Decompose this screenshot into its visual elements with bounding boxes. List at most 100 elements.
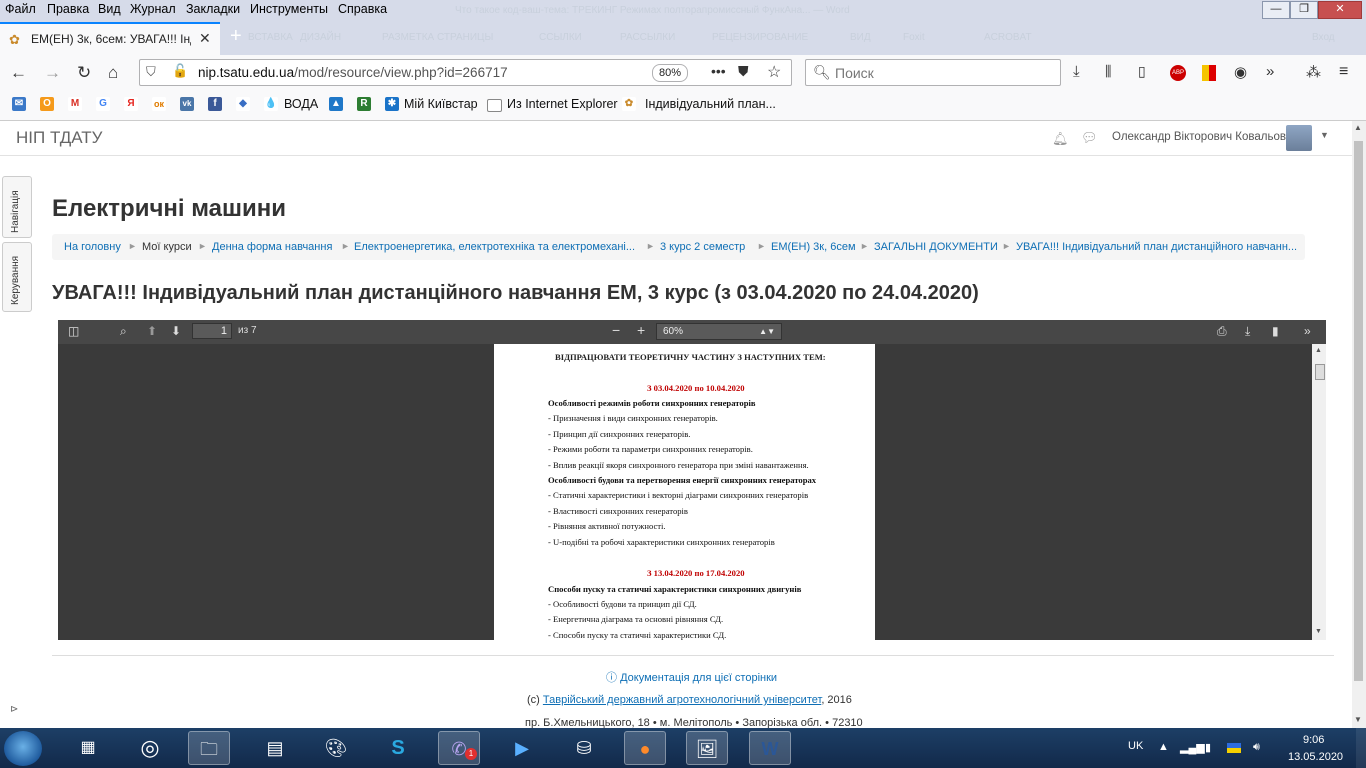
page-scrollbar-thumb[interactable] (1354, 141, 1363, 681)
breadcrumb-item[interactable]: На головну (64, 241, 121, 253)
pdf-search-icon[interactable]: ⌕ (120, 324, 127, 339)
pdf-bookmark-icon[interactable]: ▮ (1272, 324, 1279, 338)
adblock-icon[interactable]: ABP (1170, 65, 1186, 81)
tools-overflow-icon[interactable]: » (1304, 324, 1311, 338)
menu-view[interactable]: Вид (98, 2, 121, 16)
firefox-taskbar-icon[interactable]: ● (624, 731, 666, 765)
breadcrumb-item[interactable]: Денна форма навчання (212, 241, 332, 253)
new-tab-button[interactable]: + (230, 25, 242, 48)
skype-taskbar-icon[interactable]: S (377, 731, 419, 765)
scroll-down-icon[interactable]: ▼ (1315, 628, 1322, 635)
browser-tab-active[interactable]: ✿ ЕМ(ЕН) 3к, 6сем: УВАГА!!! Інди ✕ (0, 22, 220, 55)
show-desktop-button[interactable] (1356, 728, 1366, 768)
menu-bookmarks[interactable]: Закладки (186, 2, 240, 16)
user-avatar[interactable] (1286, 125, 1312, 151)
scroll-up-icon[interactable]: ▲ (1315, 347, 1322, 354)
tab-close-icon[interactable]: ✕ (199, 30, 211, 47)
home-icon[interactable]: ⌂ (108, 63, 118, 83)
yandex-bookmark-icon[interactable]: Я (124, 97, 138, 111)
library-icon[interactable]: ⫼ (1105, 63, 1111, 80)
account-icon[interactable]: ◉ (1234, 63, 1247, 81)
scroll-down-icon[interactable]: ▼ (1354, 715, 1362, 724)
education-bookmark-icon[interactable]: ◆ (236, 97, 250, 111)
bookmark-star-icon[interactable]: ☆ (767, 62, 781, 82)
save-document-taskbar-icon[interactable]: ▤ (254, 731, 296, 765)
breadcrumb-item[interactable]: УВАГА!!! Індивідуальний план дистанційно… (1016, 241, 1297, 253)
reload-icon[interactable]: ↻ (77, 63, 91, 83)
sidebar-icon[interactable]: ▯ (1138, 63, 1146, 80)
gmail-bookmark-icon[interactable]: M (68, 97, 82, 111)
messages-icon[interactable]: 💬︎ (1081, 130, 1098, 146)
previous-page-icon[interactable]: ⬆ (147, 324, 157, 338)
restore-button[interactable]: ❐ (1290, 1, 1318, 19)
word-taskbar-icon[interactable]: W (749, 731, 791, 765)
bookmark-voda[interactable]: ВОДА (284, 97, 318, 111)
bookmark-ie-folder[interactable]: Из Internet Explorer (507, 97, 618, 111)
ok-bookmark-icon[interactable]: ок (152, 97, 166, 111)
scroll-up-icon[interactable]: ▲ (1354, 123, 1362, 132)
hamburger-menu-icon[interactable]: ≡ (1339, 63, 1348, 81)
dock-toggle-icon[interactable]: ⊳ (10, 704, 18, 715)
page-actions-icon[interactable]: ••• (711, 63, 726, 79)
green-bookmark-icon[interactable]: R (357, 97, 371, 111)
breadcrumb-item[interactable]: Електроенергетика, електротехніка та еле… (354, 241, 635, 253)
forward-icon[interactable]: → (44, 63, 61, 83)
calculator-taskbar-icon[interactable]: ▦ (67, 731, 109, 765)
clock-time[interactable]: 9:06 (1303, 734, 1324, 746)
next-page-icon[interactable]: ⬇ (171, 324, 181, 338)
mail-bookmark-icon[interactable]: ✉ (12, 97, 26, 111)
drive-bookmark-icon[interactable]: ▲ (329, 97, 343, 111)
user-name[interactable]: Олександр Вікторович Ковальов (1112, 131, 1286, 143)
google-bookmark-icon[interactable]: G (96, 97, 110, 111)
chrome-like-taskbar-icon[interactable]: ◎ (129, 731, 171, 765)
search-bar[interactable]: 🔍︎ Поиск (805, 59, 1061, 86)
explorer-taskbar-icon[interactable]: 🗀 (188, 731, 230, 765)
odnoklassniki-bookmark-icon[interactable]: О (40, 97, 54, 111)
close-window-button[interactable]: ✕ (1318, 1, 1362, 19)
language-indicator[interactable]: UK (1128, 740, 1143, 752)
back-icon[interactable]: ← (10, 63, 27, 83)
moodle-bookmark-icon[interactable]: ✿ (622, 97, 636, 111)
page-number-input[interactable]: 1 (192, 323, 232, 339)
folder-icon[interactable] (487, 99, 502, 112)
url-text[interactable]: nip.tsatu.edu.ua/mod/resource/view.php?i… (198, 65, 508, 80)
print-icon[interactable]: ⎙ (1217, 324, 1227, 339)
side-tab-administration[interactable]: Керування (2, 242, 32, 312)
zoom-in-button[interactable]: + (637, 322, 645, 338)
start-button[interactable] (4, 731, 42, 766)
pdf-scrollbar-thumb[interactable] (1315, 364, 1325, 380)
side-tab-navigation[interactable]: Навігація (2, 176, 32, 238)
zoom-app-taskbar-icon[interactable]: ▶ (501, 731, 543, 765)
user-menu-caret-icon[interactable]: ▼ (1320, 130, 1329, 140)
water-drop-icon[interactable]: 💧 (264, 97, 278, 111)
zoom-select[interactable]: 60% ▲▼ (656, 323, 782, 340)
tracking-shield-icon[interactable]: ⛉ (146, 64, 156, 80)
extension-flag-icon[interactable] (1202, 65, 1216, 81)
signal-icon[interactable]: ▂▄▆ (1180, 741, 1205, 754)
breadcrumb-item[interactable]: ЗАГАЛЬНІ ДОКУМЕНТИ (874, 241, 998, 253)
menu-history[interactable]: Журнал (130, 2, 176, 16)
bookmark-individual-plan[interactable]: Індивідуальний план... (645, 97, 776, 111)
pdf-viewer[interactable]: ВІДПРАЦЮВАТИ ТЕОРЕТИЧНУ ЧАСТИНУ З НАСТУП… (58, 344, 1326, 640)
university-link[interactable]: Таврійський державний агротехнологічний … (543, 694, 821, 706)
download-icon[interactable]: ⤓ (1245, 324, 1250, 339)
pocket-icon[interactable]: ⛊ (738, 63, 749, 80)
vk-bookmark-icon[interactable]: vk (180, 97, 194, 111)
insecure-lock-icon[interactable]: 🔓 (172, 63, 188, 79)
menu-help[interactable]: Справка (338, 2, 387, 16)
bookmark-kyivstar[interactable]: Мій Київстар (404, 97, 478, 111)
menu-edit[interactable]: Правка (47, 2, 89, 16)
site-name-link[interactable]: НІП ТДАТУ (16, 128, 102, 148)
paint-taskbar-icon[interactable]: 🎨︎ (315, 731, 357, 765)
ukraine-flag-icon[interactable] (1227, 743, 1241, 753)
breadcrumb-item[interactable]: 3 курс 2 семестр (660, 241, 745, 253)
zoom-out-button[interactable]: − (612, 322, 620, 338)
facebook-bookmark-icon[interactable]: f (208, 97, 222, 111)
tray-expand-icon[interactable]: ▲ (1158, 741, 1169, 753)
battery-icon[interactable]: ▮ (1205, 741, 1211, 754)
menu-tools[interactable]: Инструменты (250, 2, 328, 16)
documentation-link[interactable]: ⓘ Документація для цієї сторінки (606, 669, 777, 685)
url-bar[interactable]: ⛉ 🔓 nip.tsatu.edu.ua/mod/resource/view.p… (139, 59, 792, 86)
sidebar-toggle-icon[interactable]: ◫ (68, 324, 79, 338)
page-scrollbar[interactable]: ▲ ▼ (1352, 121, 1366, 728)
